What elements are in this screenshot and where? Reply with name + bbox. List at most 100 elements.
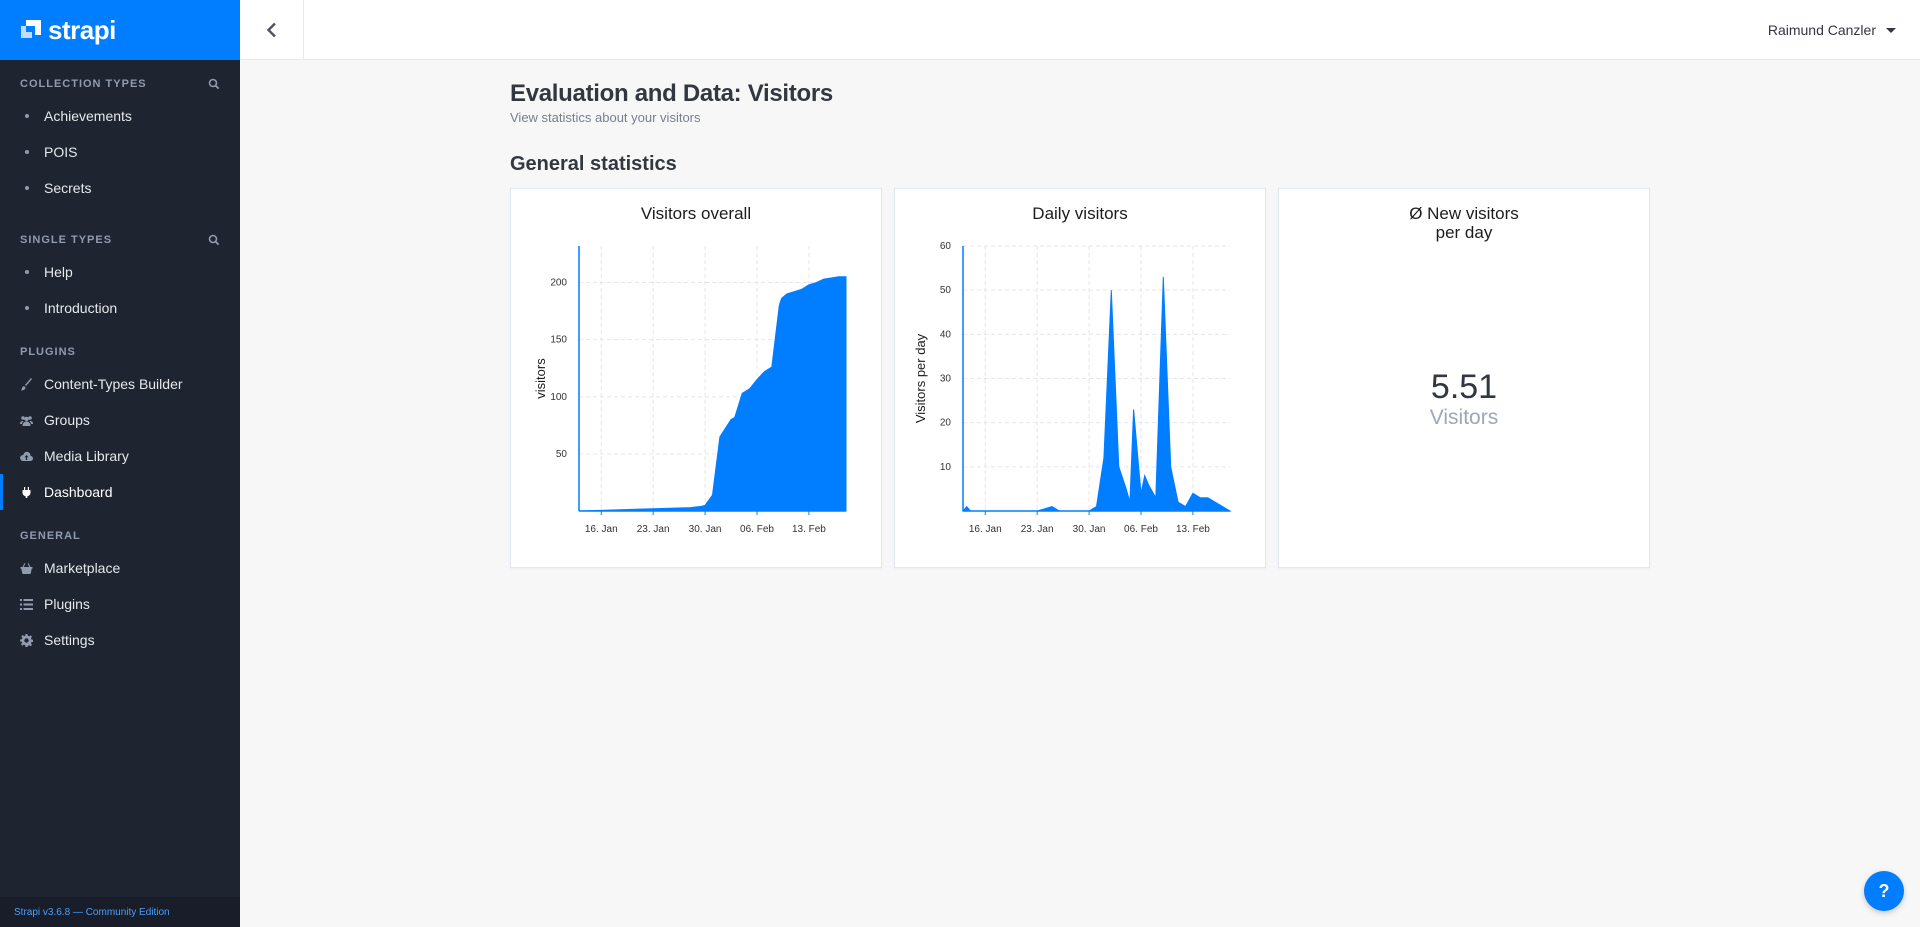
stats-cards: Visitors overall 50 100 150 200 16. Jan 23. J… (510, 188, 1650, 568)
strapi-logo-icon (21, 20, 41, 38)
y-tick-label: 10 (940, 462, 952, 473)
section-plugins: Plugins (0, 342, 240, 362)
sidebar-item-label: Help (44, 264, 73, 280)
page-title: Evaluation and Data: Visitors (510, 80, 833, 107)
page-subtitle: View statistics about your visitors (510, 110, 701, 125)
y-tick-label: 150 (550, 335, 567, 346)
shopping-basket-icon (20, 562, 33, 574)
new-visitors-card: Ø New visitors per day 5.51 Visitors (1278, 188, 1650, 568)
sidebar-item-achievements[interactable]: Achievements (0, 98, 240, 134)
brand-name: strapi (48, 14, 116, 45)
sidebar-item-label: Plugins (44, 596, 90, 612)
collection-types-list: Achievements POIS Secrets (0, 98, 240, 206)
daily-visitors-card: Daily visitors 10 20 30 40 50 60 16. Jan 23. Ja… (894, 188, 1266, 568)
x-tick-label: 30. Jan (689, 524, 722, 535)
area-series (578, 276, 847, 512)
cloud-upload-icon (20, 451, 33, 461)
bullet-icon (25, 306, 29, 310)
bullet-icon (25, 114, 29, 118)
main-content: Evaluation and Data: Visitors View stati… (510, 80, 1650, 568)
y-axis-label: visitors (533, 358, 548, 399)
sidebar-item-introduction[interactable]: Introduction (0, 290, 240, 326)
daily-visitors-chart: 10 20 30 40 50 60 16. Jan 23. Jan 30. Jan 06. Feb… (913, 241, 1232, 535)
search-icon[interactable] (208, 78, 220, 90)
sidebar-item-help[interactable]: Help (0, 254, 240, 290)
sidebar-item-label: Settings (44, 632, 95, 648)
x-tick-label: 30. Jan (1073, 524, 1106, 535)
y-tick-label: 200 (550, 278, 567, 289)
card-title: Visitors overall (640, 204, 752, 223)
y-tick-label: 50 (556, 449, 568, 460)
bullet-icon (25, 186, 29, 190)
brand-header[interactable]: strapi (0, 0, 240, 60)
sidebar-item-settings[interactable]: Settings (0, 622, 240, 658)
area-series (961, 276, 1232, 512)
stat-value: 5.51 (1430, 368, 1498, 406)
user-menu[interactable]: Raimund Canzler (1768, 0, 1896, 60)
section-title-label: Collection Types (20, 78, 147, 90)
card-title-line2: per day (1435, 223, 1493, 242)
sidebar-item-label: Introduction (44, 300, 118, 316)
general-list: Marketplace Plugins Settings (0, 550, 240, 658)
sidebar-item-media-library[interactable]: Media Library (0, 438, 240, 474)
visitors-overall-card: Visitors overall 50 100 150 200 16. Jan 23. J… (510, 188, 882, 568)
sidebar-item-content-types-builder[interactable]: Content-Types Builder (0, 366, 240, 402)
sidebar-item-groups[interactable]: Groups (0, 402, 240, 438)
card-title: Ø New visitors per day (1279, 204, 1649, 242)
sidebar-item-label: Media Library (44, 448, 129, 464)
x-tick-label: 16. Jan (585, 524, 618, 535)
section-title-label: Plugins (20, 346, 76, 358)
y-tick-label: 30 (940, 374, 952, 385)
card-title-line1: Ø New visitors (1409, 204, 1519, 223)
sidebar: strapi Collection Types Achievements POI… (0, 0, 240, 927)
user-name: Raimund Canzler (1767, 22, 1876, 38)
sidebar-item-label: Groups (44, 412, 90, 428)
card-title: Daily visitors (1032, 204, 1128, 223)
sidebar-item-secrets[interactable]: Secrets (0, 170, 240, 206)
paintbrush-icon (21, 377, 32, 390)
version-footer[interactable]: Strapi v3.6.8 — Community Edition (0, 897, 240, 927)
sidebar-item-label: Secrets (44, 180, 92, 196)
x-tick-label: 16. Jan (969, 524, 1002, 535)
y-tick-label: 60 (940, 241, 952, 252)
chevron-left-icon (266, 22, 276, 38)
visitors-overall-chart: 50 100 150 200 16. Jan 23. Jan 30. Jan 06. Feb 1… (533, 246, 847, 535)
x-tick-label: 13. Feb (792, 524, 826, 535)
list-icon (20, 598, 33, 610)
search-icon[interactable] (208, 234, 220, 246)
section-single-types: Single Types (0, 230, 240, 250)
plug-icon (22, 486, 31, 498)
collapse-sidebar-button[interactable] (240, 0, 304, 60)
sidebar-item-marketplace[interactable]: Marketplace (0, 550, 240, 586)
section-title-label: General (20, 530, 81, 542)
y-axis-label: Visitors per day (913, 333, 928, 423)
gear-icon (20, 633, 33, 647)
bullet-icon (25, 150, 29, 154)
sidebar-item-label: Content-Types Builder (44, 376, 183, 392)
sidebar-item-plugins[interactable]: Plugins (0, 586, 240, 622)
bullet-icon (25, 270, 29, 274)
x-tick-label: 13. Feb (1176, 524, 1210, 535)
sidebar-item-pois[interactable]: POIS (0, 134, 240, 170)
y-tick-label: 50 (940, 285, 952, 296)
new-visitors-stat: 5.51 Visitors (1279, 369, 1649, 431)
caret-down-icon (1886, 27, 1896, 33)
section-heading: General statistics (510, 153, 677, 175)
stat-unit: Visitors (1429, 406, 1499, 429)
y-tick-label: 100 (550, 392, 567, 403)
users-icon (20, 415, 33, 426)
section-collection-types: Collection Types (0, 74, 240, 94)
x-tick-label: 06. Feb (1124, 524, 1158, 535)
section-title-label: Single Types (20, 234, 113, 246)
x-tick-label: 23. Jan (637, 524, 670, 535)
x-tick-label: 23. Jan (1021, 524, 1054, 535)
sidebar-item-dashboard[interactable]: Dashboard (0, 474, 240, 510)
help-button[interactable]: ? (1864, 871, 1904, 911)
sidebar-item-label: Marketplace (44, 560, 121, 576)
x-tick-label: 06. Feb (740, 524, 774, 535)
top-bar: Raimund Canzler (240, 0, 1920, 60)
y-tick-label: 20 (940, 418, 952, 429)
sidebar-item-label: Dashboard (44, 484, 113, 500)
section-general: General (0, 526, 240, 546)
plugins-list: Content-Types Builder Groups Media Libra… (0, 366, 240, 510)
